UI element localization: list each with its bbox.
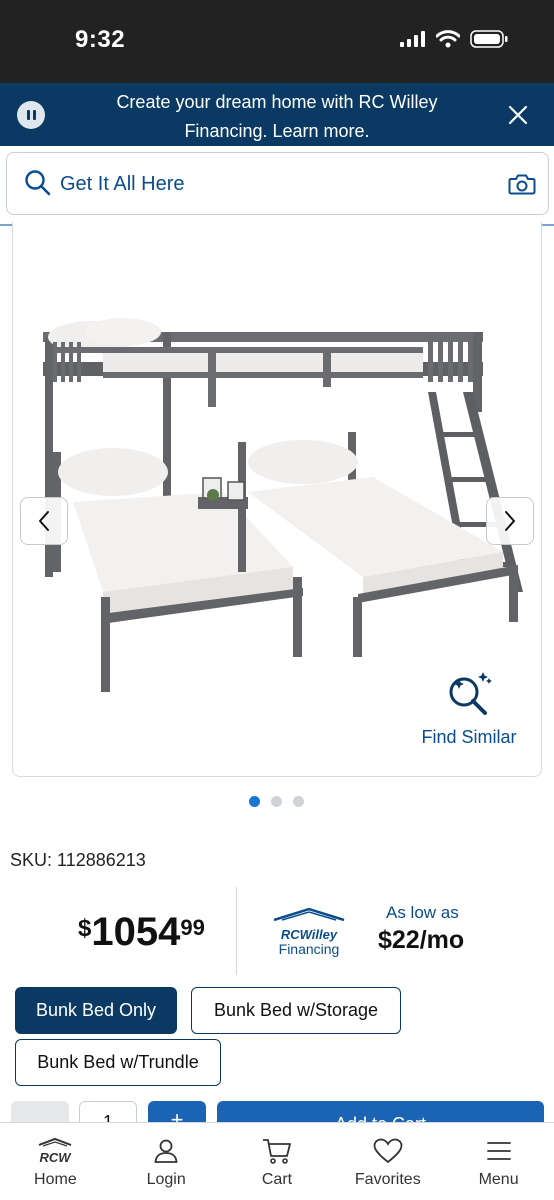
- price-dollars: 1054: [91, 910, 181, 954]
- gallery-pagination: [249, 796, 304, 807]
- bottom-tab-bar: RCW Home Login Cart Favorites Menu: [0, 1122, 554, 1200]
- visual-search-icon: [449, 672, 492, 715]
- pagination-dot[interactable]: [293, 796, 304, 807]
- search-placeholder: Get It All Here: [60, 173, 185, 195]
- menu-icon: [486, 1142, 511, 1160]
- product-sku: SKU: 112886213: [10, 850, 146, 870]
- user-icon: [154, 1139, 178, 1163]
- product-image-gallery[interactable]: Find Similar: [12, 222, 542, 777]
- price-cents: 99: [180, 915, 205, 940]
- cart-icon: [262, 1139, 291, 1164]
- tab-cart[interactable]: Cart: [222, 1123, 333, 1200]
- status-bar: 9:32: [0, 0, 554, 83]
- promo-text[interactable]: Create your dream home with RC Willey Fi…: [80, 88, 474, 146]
- pause-button[interactable]: [17, 101, 45, 129]
- tab-home-label: Home: [34, 1171, 77, 1188]
- monthly-payment: $22/mo: [378, 926, 465, 954]
- next-image-button[interactable]: [486, 497, 534, 545]
- option-bunk-bed-storage[interactable]: Bunk Bed w/Storage: [191, 987, 401, 1034]
- option-bunk-bed-trundle[interactable]: Bunk Bed w/Trundle: [15, 1039, 221, 1086]
- pause-icon: [26, 110, 30, 120]
- pagination-dot[interactable]: [271, 796, 282, 807]
- tab-favorites-label: Favorites: [354, 1171, 421, 1188]
- tab-login-label: Login: [146, 1171, 186, 1188]
- product-image: [43, 318, 523, 692]
- financing-word: Financing: [278, 941, 340, 957]
- pagination-dot[interactable]: [249, 796, 260, 807]
- product-price: $105499: [78, 910, 205, 955]
- battery-icon: [470, 30, 508, 48]
- prev-image-button[interactable]: [20, 497, 68, 545]
- chevron-left-icon: [39, 511, 49, 531]
- financing-brand: RCWilley: [280, 927, 338, 942]
- home-logo-icon: RCW: [35, 1137, 75, 1165]
- find-similar-button[interactable]: Find Similar: [414, 670, 524, 748]
- option-bunk-bed-only[interactable]: Bunk Bed Only: [15, 987, 177, 1034]
- financing-logo[interactable]: RCWilley Financing: [270, 907, 348, 956]
- house-roof-icon: [273, 907, 345, 922]
- promo-banner[interactable]: Create your dream home with RC Willey Fi…: [0, 83, 554, 146]
- status-time: 9:32: [75, 26, 126, 53]
- search-input[interactable]: Get It All Here: [6, 152, 549, 215]
- price-divider: [236, 887, 237, 975]
- tab-favorites[interactable]: Favorites: [332, 1123, 443, 1200]
- find-similar-label: Find Similar: [421, 727, 517, 747]
- tab-cart-label: Cart: [261, 1171, 293, 1188]
- tab-home[interactable]: RCW Home: [0, 1123, 111, 1200]
- tab-login[interactable]: Login: [111, 1123, 222, 1200]
- price-currency: $: [78, 915, 92, 942]
- tab-menu-label: Menu: [478, 1171, 519, 1188]
- wifi-icon: [436, 30, 460, 48]
- search-icon: [25, 170, 51, 196]
- tab-menu[interactable]: Menu: [443, 1123, 554, 1200]
- camera-icon[interactable]: [508, 172, 536, 196]
- heart-icon: [373, 1138, 403, 1164]
- chevron-right-icon: [505, 511, 515, 531]
- signal-icon: [400, 31, 425, 47]
- close-icon[interactable]: [506, 103, 530, 127]
- status-icons: [400, 30, 508, 48]
- as-low-as-label: As low as: [386, 903, 459, 922]
- svg-text:RCW: RCW: [40, 1150, 73, 1165]
